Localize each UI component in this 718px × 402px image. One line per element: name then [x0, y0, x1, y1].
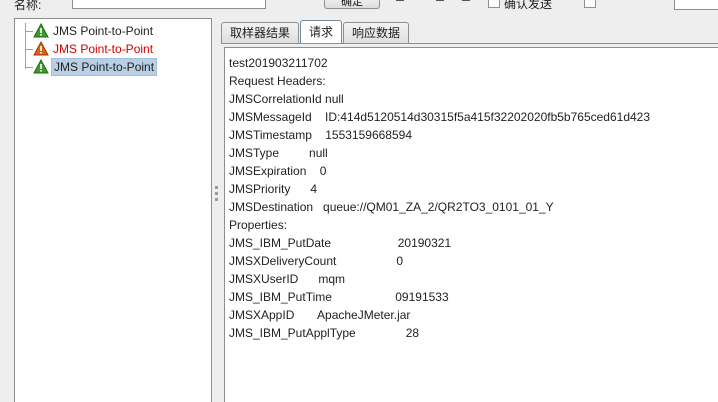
grip-dot-icon: [215, 186, 218, 189]
filter-input[interactable]: [72, 0, 266, 9]
filter-label: 名称:: [14, 0, 42, 12]
tree-connector: [25, 67, 33, 68]
dash-icon: [396, 0, 404, 1]
tree-connector: [25, 23, 26, 69]
failure-warning-triangle-icon: [33, 40, 49, 55]
tree-item-label: JMS Point-to-Point: [53, 41, 154, 56]
detail-tabs: 取样器结果 请求 响应数据: [221, 20, 410, 44]
success-warning-triangle-icon: [33, 22, 49, 37]
request-line: JMS_IBM_PutDate 20190321: [229, 236, 452, 250]
tree-connector: [25, 31, 33, 32]
request-line: JMSXUserID mqm: [229, 272, 346, 286]
tree-item-sample-1[interactable]: JMS Point-to-Point: [33, 22, 155, 39]
request-line: JMSType null: [229, 146, 328, 160]
tree-item-label-selected: JMS Point-to-Point: [51, 57, 158, 76]
results-tree: JMS Point-to-Point JMS Point-to-Point JM…: [14, 18, 212, 402]
request-line: JMSTimestamp 1553159668594: [229, 128, 412, 142]
tab-sampler-result[interactable]: 取样器结果: [221, 22, 300, 44]
option-checkbox-2[interactable]: [584, 0, 596, 8]
dash-icon: [462, 0, 470, 1]
results-viewer: 名称: 确定 确认发送 JMS Point-to-Point JMS Point…: [0, 0, 718, 402]
toolbar-button[interactable]: 确定: [324, 0, 380, 9]
request-line: JMSExpiration 0: [229, 164, 327, 178]
tree-item-label: JMS Point-to-Point: [53, 23, 154, 38]
request-line: JMSXDeliveryCount 0: [229, 254, 404, 268]
request-line: Request Headers:: [229, 74, 326, 88]
tab-response-data[interactable]: 响应数据: [343, 22, 410, 44]
tree-item-sample-2[interactable]: JMS Point-to-Point: [33, 40, 155, 57]
request-line: JMSDestination queue://QM01_ZA_2/QR2TO3_…: [229, 200, 554, 214]
split-pane-divider[interactable]: [212, 16, 221, 402]
request-text-area[interactable]: test201903211702 Request Headers: JMSCor…: [224, 47, 718, 402]
grip-dot-icon: [215, 192, 218, 195]
request-line: JMSPriority 4: [229, 182, 318, 196]
top-toolbar: 名称: 确定 确认发送: [0, 0, 718, 16]
request-line: JMSCorrelationId null: [229, 92, 344, 106]
dash-icon: [436, 0, 444, 1]
request-line: JMS_IBM_PutApplType 28: [229, 326, 420, 340]
success-warning-triangle-icon: [33, 58, 49, 73]
request-line: test201903211702: [229, 56, 328, 70]
option-checkbox-label: 确认发送: [504, 0, 553, 11]
tree-item-sample-3[interactable]: JMS Point-to-Point: [33, 57, 158, 76]
request-line: JMSMessageId ID:414d5120514d30315f5a415f…: [229, 110, 651, 124]
tree-connector: [25, 49, 33, 50]
tab-content: test201903211702 Request Headers: JMSCor…: [221, 44, 718, 402]
toolbar-field[interactable]: [674, 0, 718, 10]
request-line: Properties:: [229, 218, 288, 232]
tab-request[interactable]: 请求: [300, 20, 343, 44]
request-line: JMS_IBM_PutTime 09191533: [229, 290, 449, 304]
request-line: JMSXAppID ApacheJMeter.jar: [229, 308, 411, 322]
grip-dot-icon: [215, 198, 218, 201]
option-checkbox[interactable]: [488, 0, 500, 8]
